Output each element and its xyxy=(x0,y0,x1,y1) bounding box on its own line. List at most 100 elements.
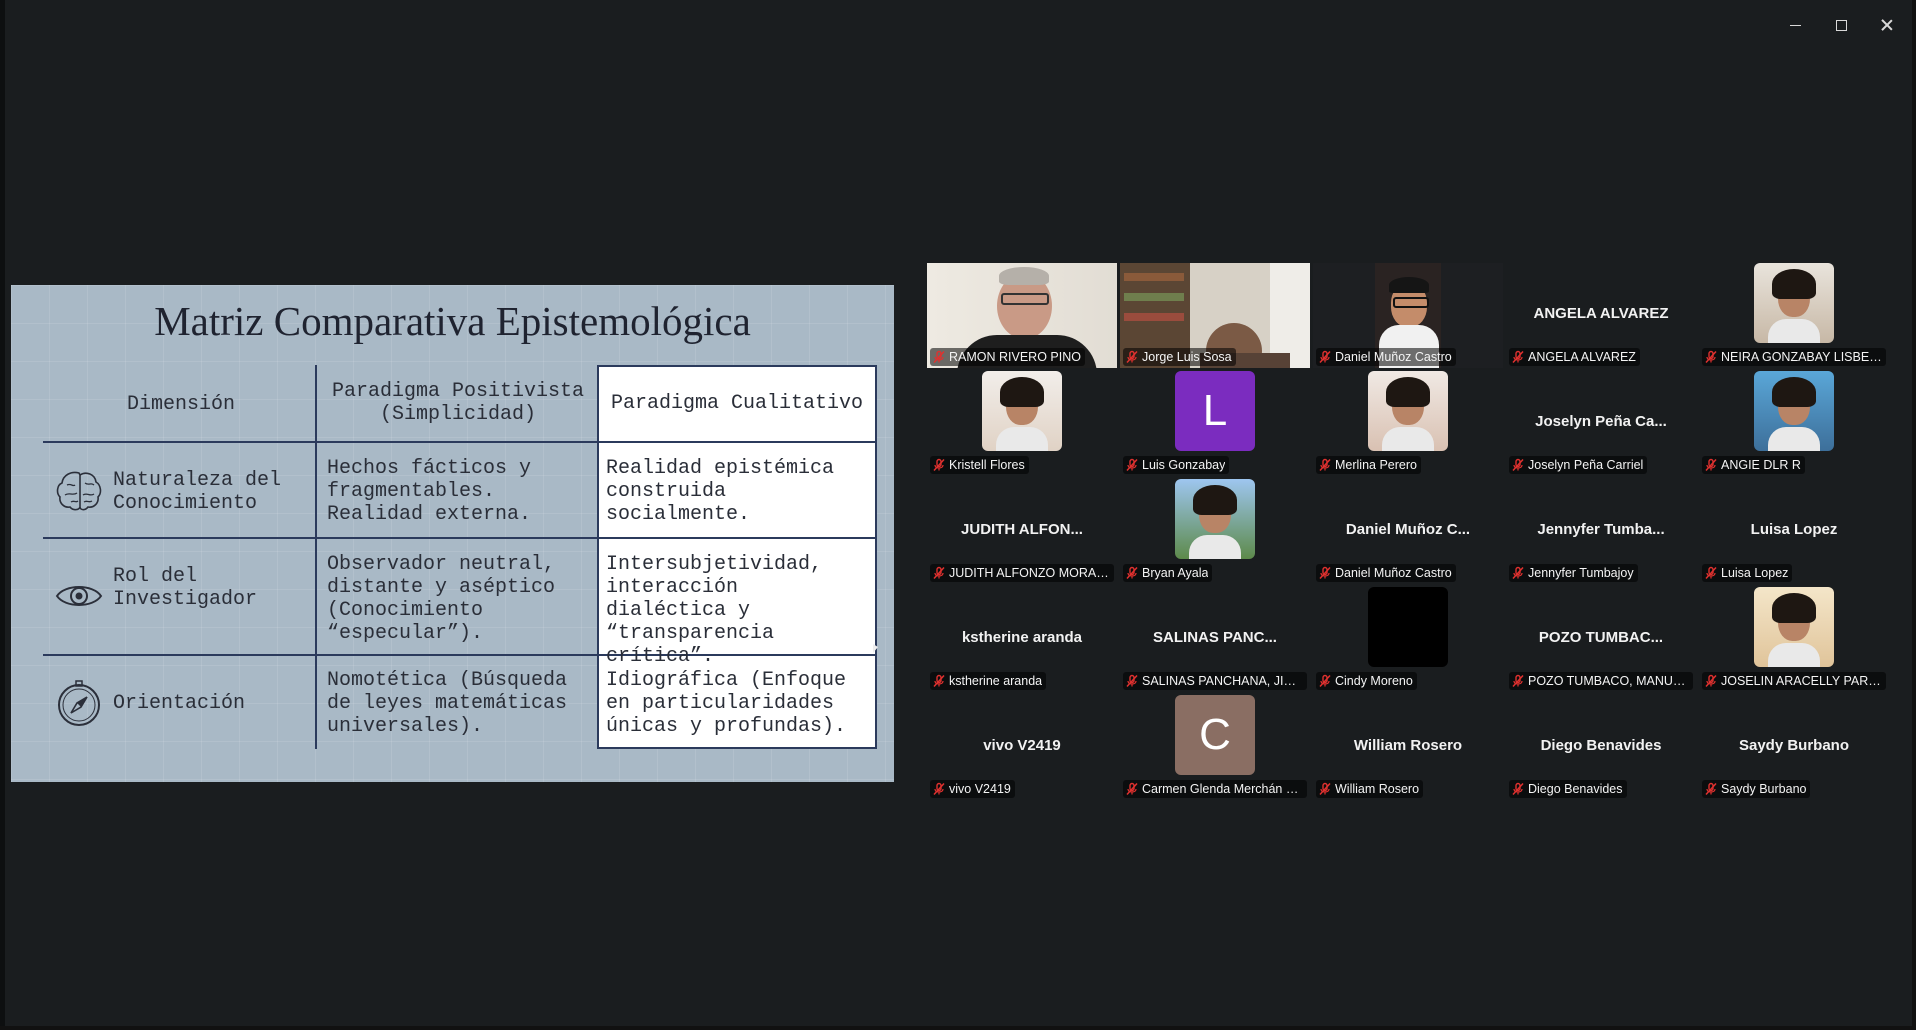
participant-display-name: JUDITH ALFON... xyxy=(961,521,1083,538)
participant-tile[interactable]: POZO TUMBAC... POZO TUMBACO, MANUEL... xyxy=(1506,587,1696,692)
close-icon xyxy=(1881,19,1893,31)
participant-nametag: Luis Gonzabay xyxy=(1123,456,1230,474)
minimize-icon xyxy=(1789,24,1801,26)
participant-avatar: L xyxy=(1175,371,1255,451)
muted-mic-icon xyxy=(932,674,946,688)
participant-name: vivo V2419 xyxy=(949,782,1011,796)
participant-tile[interactable]: vivo V2419 vivo V2419 xyxy=(927,695,1117,800)
muted-mic-icon xyxy=(1125,458,1139,472)
muted-mic-icon xyxy=(1511,782,1525,796)
participant-tile[interactable]: Daniel Muñoz C... Daniel Muñoz Castro xyxy=(1313,479,1503,584)
muted-mic-icon xyxy=(1318,458,1332,472)
participant-nametag: Saydy Burbano xyxy=(1702,780,1811,798)
participant-photo xyxy=(1754,587,1834,667)
maximize-icon xyxy=(1835,19,1847,31)
participant-nametag: Cindy Moreno xyxy=(1316,672,1417,690)
participant-tile[interactable]: JOSELIN ARACELLY PARRAL... xyxy=(1699,587,1889,692)
participant-nametag: Diego Benavides xyxy=(1509,780,1627,798)
participant-tile[interactable]: Jorge Luis Sosa xyxy=(1120,263,1310,368)
muted-mic-icon xyxy=(1318,782,1332,796)
table-divider xyxy=(597,441,877,443)
participant-tile[interactable]: Kristell Flores xyxy=(927,371,1117,476)
minimize-button[interactable] xyxy=(1772,12,1818,38)
participant-nametag: Carmen Glenda Merchán B... xyxy=(1123,780,1307,798)
participant-tile[interactable]: kstherine aranda kstherine aranda xyxy=(927,587,1117,692)
participant-display-name: Daniel Muñoz C... xyxy=(1345,521,1471,538)
table-divider xyxy=(43,441,597,443)
window-left-edge xyxy=(0,0,5,1030)
participant-tile[interactable]: Diego Benavides Diego Benavides xyxy=(1506,695,1696,800)
row1-positivist: Hechos fácticos y fragmentables. Realida… xyxy=(327,457,532,526)
muted-mic-icon xyxy=(1125,674,1139,688)
participant-name: Carmen Glenda Merchán B... xyxy=(1142,782,1303,796)
row3-qualitative: Idiográfica (Enfoque en particularidades… xyxy=(606,669,847,738)
participant-name: POZO TUMBACO, MANUEL... xyxy=(1528,674,1689,688)
participant-nametag: kstherine aranda xyxy=(930,672,1047,690)
participant-name: NEIRA GONZABAY LISBETH xyxy=(1721,350,1882,364)
muted-mic-icon xyxy=(1318,566,1332,580)
participant-name: Joselyn Peña Carriel xyxy=(1528,458,1644,472)
participant-tile[interactable]: Jennyfer Tumba... Jennyfer Tumbajoy xyxy=(1506,479,1696,584)
participant-gallery: RAMON RIVERO PINO Jorge Luis Sosa Daniel M… xyxy=(927,263,1889,805)
participant-nametag: Kristell Flores xyxy=(930,456,1029,474)
participant-name: SALINAS PANCHANA, JIMP... xyxy=(1142,674,1303,688)
participant-nametag: POZO TUMBACO, MANUEL... xyxy=(1509,672,1693,690)
row2-positivist: Observador neutral, distante y aséptico … xyxy=(327,553,556,645)
header-positivist: Paradigma Positivista (Simplicidad) xyxy=(331,380,585,426)
participant-name: JUDITH ALFONZO MORALES xyxy=(949,566,1110,580)
participant-nametag: Luisa Lopez xyxy=(1702,564,1793,582)
participant-tile[interactable]: Daniel Muñoz Castro xyxy=(1313,263,1503,368)
participant-tile[interactable]: JUDITH ALFON... JUDITH ALFONZO MORALES xyxy=(927,479,1117,584)
participant-nametag: vivo V2419 xyxy=(930,780,1015,798)
participant-nametag: SALINAS PANCHANA, JIMP... xyxy=(1123,672,1307,690)
row1-dimension: Naturaleza del Conocimiento xyxy=(113,469,282,515)
participant-tile[interactable]: C Carmen Glenda Merchán B... xyxy=(1120,695,1310,800)
participant-name: Kristell Flores xyxy=(949,458,1025,472)
muted-mic-icon xyxy=(1125,782,1139,796)
participant-name: Jorge Luis Sosa xyxy=(1142,350,1232,364)
participant-name: Jennyfer Tumbajoy xyxy=(1528,566,1634,580)
participant-tile[interactable]: William Rosero William Rosero xyxy=(1313,695,1503,800)
muted-mic-icon xyxy=(932,782,946,796)
participant-tile[interactable]: L Luis Gonzabay xyxy=(1120,371,1310,476)
participant-name: Daniel Muñoz Castro xyxy=(1335,350,1452,364)
participant-name: William Rosero xyxy=(1335,782,1420,796)
participant-nametag: RAMON RIVERO PINO xyxy=(930,348,1085,366)
participant-tile[interactable]: Saydy Burbano Saydy Burbano xyxy=(1699,695,1889,800)
mouse-cursor xyxy=(873,644,878,653)
participant-tile[interactable]: Merlina Perero xyxy=(1313,371,1503,476)
participant-name: ANGIE DLR R xyxy=(1721,458,1801,472)
participant-tile[interactable]: Joselyn Peña Ca... Joselyn Peña Carriel xyxy=(1506,371,1696,476)
muted-mic-icon xyxy=(1511,350,1525,364)
participant-name: Luis Gonzabay xyxy=(1142,458,1226,472)
maximize-button[interactable] xyxy=(1818,12,1864,38)
participant-display-name: vivo V2419 xyxy=(983,737,1061,754)
participant-nametag: Daniel Muñoz Castro xyxy=(1316,348,1456,366)
participant-nametag: Daniel Muñoz Castro xyxy=(1316,564,1456,582)
participant-name: Bryan Ayala xyxy=(1142,566,1209,580)
participant-tile[interactable]: SALINAS PANC... SALINAS PANCHANA, JIMP... xyxy=(1120,587,1310,692)
comparison-table: Dimensión Paradigma Positivista (Simplic… xyxy=(31,365,877,761)
participant-nametag: ANGIE DLR R xyxy=(1702,456,1805,474)
header-qualitative: Paradigma Cualitativo xyxy=(610,392,864,415)
participant-avatar: C xyxy=(1175,695,1255,775)
participant-tile[interactable]: Luisa Lopez Luisa Lopez xyxy=(1699,479,1889,584)
participant-tile[interactable]: ANGELA ALVAREZ ANGELA ALVAREZ xyxy=(1506,263,1696,368)
participant-name: RAMON RIVERO PINO xyxy=(949,350,1081,364)
participant-tile[interactable]: ANGIE DLR R xyxy=(1699,371,1889,476)
participant-tile[interactable]: NEIRA GONZABAY LISBETH xyxy=(1699,263,1889,368)
row2-qualitative: Intersubjetividad, interacción dialéctic… xyxy=(606,553,823,668)
participant-tile[interactable]: Bryan Ayala xyxy=(1120,479,1310,584)
participant-tile[interactable]: RAMON RIVERO PINO xyxy=(927,263,1117,368)
participant-nametag: William Rosero xyxy=(1316,780,1424,798)
close-button[interactable] xyxy=(1864,12,1910,38)
participant-tile[interactable]: Cindy Moreno xyxy=(1313,587,1503,692)
participant-photo xyxy=(1754,263,1834,343)
muted-mic-icon xyxy=(1511,566,1525,580)
muted-mic-icon xyxy=(1318,674,1332,688)
muted-mic-icon xyxy=(1704,566,1718,580)
header-dimension: Dimensión xyxy=(126,393,236,416)
participant-nametag: Jennyfer Tumbajoy xyxy=(1509,564,1638,582)
participant-nametag: Joselyn Peña Carriel xyxy=(1509,456,1648,474)
compass-icon xyxy=(58,680,100,726)
